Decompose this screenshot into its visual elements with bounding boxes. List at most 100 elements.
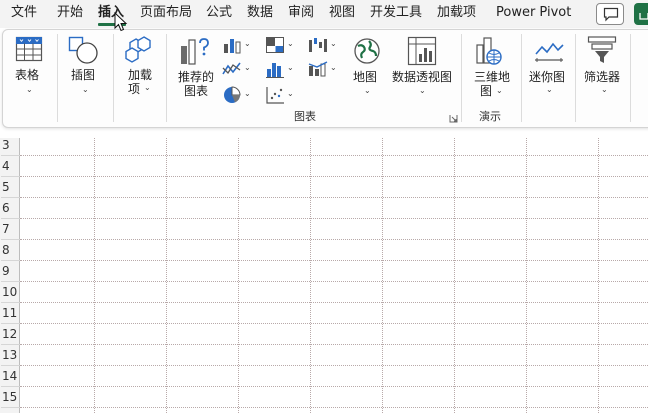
tab-page-layout[interactable]: 页面布局	[140, 5, 192, 21]
tab-home[interactable]: 开始	[57, 5, 83, 21]
comment-icon	[603, 7, 619, 22]
share-icon	[639, 13, 648, 20]
column-gridline	[310, 138, 311, 413]
3d-map-button-label[interactable]: 三维地	[474, 70, 510, 84]
chevron-down-icon[interactable]: ⌄	[244, 90, 251, 98]
row-number[interactable]: 7	[1, 219, 20, 240]
chevron-down-icon[interactable]: ⌄	[287, 90, 294, 98]
mouse-cursor-icon	[114, 12, 128, 32]
row-number[interactable]: 11	[1, 303, 20, 324]
illustrations-button-label[interactable]: 插图	[71, 68, 95, 82]
row-gridline	[20, 239, 648, 240]
chevron-down-icon[interactable]: ⌄	[82, 86, 89, 94]
chevron-down-icon[interactable]: ⌄	[546, 86, 553, 94]
share-button[interactable]	[634, 3, 648, 25]
column-gridline	[94, 138, 95, 413]
row-gridline	[20, 365, 648, 366]
tab-addins[interactable]: 加载项	[437, 5, 476, 21]
chevron-down-icon[interactable]: ⌄	[26, 86, 33, 94]
row-gridline	[20, 155, 648, 156]
tab-developer[interactable]: 开发工具	[370, 5, 422, 21]
comments-button[interactable]	[596, 3, 624, 25]
worksheet-grid[interactable]: 3 4 5 6 7 8 9 10 11 12 13 14 15	[0, 138, 648, 413]
chevron-down-icon[interactable]: ⌄	[287, 40, 294, 48]
row-number[interactable]: 6	[1, 198, 20, 219]
group-separator	[166, 34, 167, 122]
group-separator	[461, 34, 462, 122]
chevron-down-icon[interactable]: ⌄	[144, 84, 151, 92]
waterfall-chart-icon[interactable]	[307, 36, 329, 54]
sparklines-button-label[interactable]: 迷你图	[529, 70, 565, 84]
row-gridline	[20, 323, 648, 324]
column-chart-icon[interactable]	[222, 36, 242, 54]
tours-group-label: 演示	[479, 110, 501, 123]
group-separator	[113, 34, 114, 122]
hierarchy-chart-icon[interactable]	[265, 36, 285, 54]
chevron-down-icon[interactable]: ⌄	[601, 86, 608, 94]
map-chart-icon	[354, 38, 380, 64]
ribbon-insert: 表格 ⌄ 插图 ⌄ 加载 项 ⌄ 推荐的 图表 ⌄ ⌄ ⌄ ⌄ ⌄ ⌄ ⌄ ⌄ …	[2, 29, 648, 128]
scatter-chart-icon[interactable]	[265, 85, 285, 105]
group-separator	[630, 34, 631, 122]
chevron-down-icon[interactable]: ⌄	[287, 64, 294, 72]
addins-button-label[interactable]: 加载	[128, 68, 152, 82]
row-number[interactable]: 8	[1, 240, 20, 261]
column-gridline	[454, 138, 455, 413]
tab-formulas[interactable]: 公式	[206, 5, 232, 21]
group-separator	[57, 34, 58, 122]
line-chart-icon[interactable]	[222, 60, 242, 78]
row-gridline	[20, 197, 648, 198]
recommended-charts-icon	[181, 38, 209, 65]
tab-review[interactable]: 审阅	[288, 5, 314, 21]
row-gridline	[20, 302, 648, 303]
chevron-down-icon[interactable]: ⌄	[330, 64, 337, 72]
tab-power-pivot[interactable]: Power Pivot	[496, 5, 571, 21]
pivot-chart-button-label[interactable]: 数据透视图	[392, 70, 452, 84]
dialog-launcher-icon[interactable]	[449, 114, 458, 123]
row-gridline	[20, 281, 648, 282]
row-number[interactable]: 15	[1, 387, 20, 408]
column-gridline	[238, 138, 239, 413]
recommended-charts-label[interactable]: 推荐的	[178, 70, 214, 84]
chevron-down-icon[interactable]: ⌄	[364, 87, 371, 95]
group-separator	[575, 34, 576, 122]
tab-data[interactable]: 数据	[247, 5, 273, 21]
row-number[interactable]: 5	[1, 177, 20, 198]
group-separator	[521, 34, 522, 122]
chevron-down-icon[interactable]: ⌄	[244, 64, 251, 72]
addins-button-label-line2[interactable]: 项	[128, 82, 140, 96]
row-number[interactable]: 14	[1, 366, 20, 387]
combo-chart-icon[interactable]	[307, 60, 329, 78]
row-gridline	[20, 344, 648, 345]
3d-map-button-label-line2[interactable]: 图	[480, 84, 492, 98]
ribbon-tab-bar: 文件 开始 插入 页面布局 公式 数据 审阅 视图 开发工具 加载项 Power…	[0, 0, 648, 28]
pivot-chart-icon	[407, 36, 437, 66]
recommended-charts-label-line2[interactable]: 图表	[184, 84, 208, 98]
pie-chart-icon[interactable]	[222, 85, 242, 105]
maps-button-label[interactable]: 地图	[353, 70, 377, 84]
row-number[interactable]: 9	[1, 261, 20, 282]
chevron-down-icon[interactable]: ⌄	[496, 87, 503, 95]
row-gridline	[20, 260, 648, 261]
row-gridline	[20, 176, 648, 177]
table-icon	[15, 36, 43, 62]
column-gridline	[526, 138, 527, 413]
charts-group-label: 图表	[294, 110, 316, 123]
tab-file[interactable]: 文件	[11, 5, 37, 21]
filters-button-label[interactable]: 筛选器	[584, 70, 620, 84]
statistic-chart-icon[interactable]	[265, 60, 285, 78]
table-button-label[interactable]: 表格	[15, 68, 39, 82]
chevron-down-icon[interactable]: ⌄	[244, 40, 251, 48]
row-number[interactable]: 4	[1, 156, 20, 177]
row-number[interactable]: 13	[1, 345, 20, 366]
filter-icon	[587, 36, 617, 63]
chevron-down-icon[interactable]: ⌄	[330, 40, 337, 48]
tab-view[interactable]: 视图	[329, 5, 355, 21]
chevron-down-icon[interactable]: ⌄	[419, 87, 426, 95]
row-gridline	[20, 407, 648, 408]
row-number[interactable]: 10	[1, 282, 20, 303]
row-number[interactable]: 3	[1, 135, 20, 156]
column-gridline	[598, 138, 599, 413]
row-number[interactable]: 12	[1, 324, 20, 345]
illustrations-icon	[68, 36, 98, 64]
